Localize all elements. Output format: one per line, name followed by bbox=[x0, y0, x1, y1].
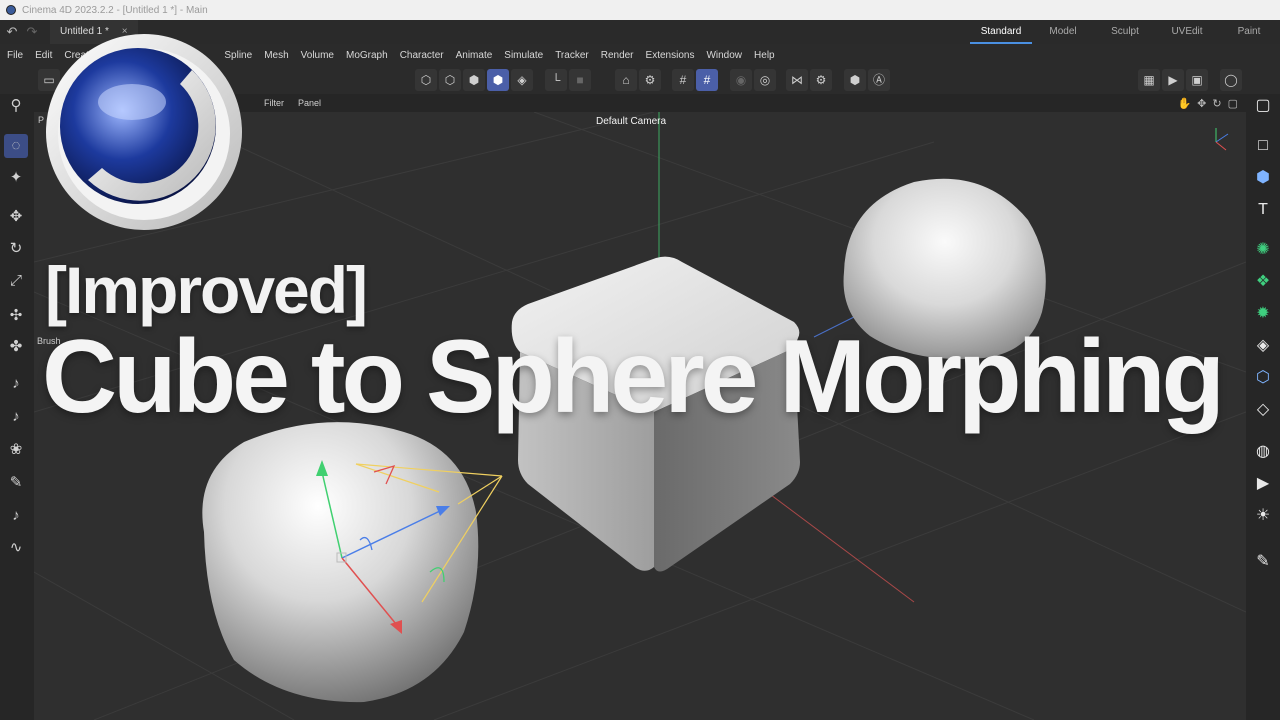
layout-standard[interactable]: Standard bbox=[970, 20, 1032, 44]
environment-icon[interactable]: ◍ bbox=[1251, 440, 1275, 464]
symmetry-icon[interactable]: ⋈ bbox=[786, 69, 808, 91]
spline-tool-icon[interactable]: ∿ bbox=[4, 536, 28, 560]
right-object-palette: ▢ □ ⬢ T ✺ ❖ ✹ ◈ ⬡ ◇ ◍ ▶ ☀ ✎ bbox=[1246, 94, 1280, 720]
asset-browser-icon[interactable]: ⬢ bbox=[844, 69, 866, 91]
axis-icon[interactable]: └ bbox=[545, 69, 567, 91]
move-tool-icon[interactable]: ✥ bbox=[4, 205, 28, 229]
search-icon[interactable]: ⚲ bbox=[4, 94, 28, 118]
menu-tracker[interactable]: Tracker bbox=[555, 50, 589, 61]
solo-icon[interactable]: ■ bbox=[569, 69, 591, 91]
menu-render[interactable]: Render bbox=[601, 50, 634, 61]
point-mode-icon[interactable]: ⬡ bbox=[439, 69, 461, 91]
grid-icon[interactable]: # bbox=[672, 69, 694, 91]
generator-icon[interactable]: ✺ bbox=[1251, 238, 1275, 262]
magnet-icon[interactable]: ♪ bbox=[4, 504, 28, 528]
field-icon[interactable]: ⬡ bbox=[1251, 366, 1275, 390]
overlay-title: Cube to Sphere Morphing bbox=[42, 319, 1225, 435]
commander-icon[interactable]: ◯ bbox=[1220, 69, 1242, 91]
rotate-tool-icon[interactable]: ↻ bbox=[4, 237, 28, 261]
settings-icon[interactable]: ⚙ bbox=[810, 69, 832, 91]
viewport-nav: ✋ ✥ ↻ ▢ bbox=[1177, 97, 1238, 110]
window-title: Cinema 4D 2023.2.2 - [Untitled 1 *] - Ma… bbox=[22, 4, 208, 16]
menu-simulate[interactable]: Simulate bbox=[504, 50, 543, 61]
uv-mode-icon[interactable]: ◈ bbox=[511, 69, 533, 91]
model-mode-icon[interactable]: ⬡ bbox=[415, 69, 437, 91]
cube-primitive-icon[interactable]: ⬢ bbox=[1251, 166, 1275, 190]
workplane-group: ◉ ◎ bbox=[730, 69, 776, 91]
deformer-icon[interactable]: ◈ bbox=[1251, 334, 1275, 358]
app-window: Cinema 4D 2023.2.2 - [Untitled 1 *] - Ma… bbox=[0, 0, 1280, 720]
select-tool-icon[interactable]: ◌ bbox=[4, 134, 28, 158]
snap-group: # # bbox=[672, 69, 718, 91]
edit-icon[interactable]: ✎ bbox=[1251, 550, 1275, 574]
brush-tool-icon[interactable]: ✎ bbox=[4, 471, 28, 495]
search-group: ◯ bbox=[1220, 69, 1242, 91]
null-object-icon[interactable]: ▢ bbox=[1251, 94, 1275, 118]
menu-animate[interactable]: Animate bbox=[456, 50, 493, 61]
menu-extensions[interactable]: Extensions bbox=[646, 50, 695, 61]
cinema4d-logo bbox=[42, 30, 246, 234]
menu-help[interactable]: Help bbox=[754, 50, 775, 61]
menu-window[interactable]: Window bbox=[706, 50, 742, 61]
light-icon[interactable]: ☀ bbox=[1251, 504, 1275, 528]
selection-mode-group: ⬡ ⬡ ⬢ ⬢ ◈ bbox=[415, 69, 533, 91]
lock-group: ⌂ ⚙ bbox=[615, 69, 661, 91]
transform-tool-icon[interactable]: ✣ bbox=[4, 304, 28, 328]
text-object-icon[interactable]: T bbox=[1251, 198, 1275, 222]
menu-mograph[interactable]: MoGraph bbox=[346, 50, 388, 61]
overlay-subtitle: [Improved] bbox=[45, 253, 368, 327]
clapper-icon[interactable]: ▦ bbox=[1138, 69, 1160, 91]
a-icon[interactable]: Ⓐ bbox=[868, 69, 890, 91]
render-active-icon[interactable]: ▶ bbox=[1162, 69, 1184, 91]
menu-character[interactable]: Character bbox=[400, 50, 444, 61]
tweak-icon[interactable]: ⚙ bbox=[639, 69, 661, 91]
live-selection-icon[interactable]: ✦ bbox=[4, 166, 28, 190]
spline-rect-icon[interactable]: □ bbox=[1251, 134, 1275, 158]
polygon-pen-icon[interactable]: ✤ bbox=[4, 335, 28, 359]
snap-icon[interactable]: # bbox=[696, 69, 718, 91]
camera-icon[interactable]: ▶ bbox=[1251, 472, 1275, 496]
effector-icon[interactable]: ✹ bbox=[1251, 302, 1275, 326]
scale-tool-icon[interactable]: ⤢ bbox=[4, 269, 28, 293]
tag-icon[interactable]: ◇ bbox=[1251, 398, 1275, 422]
layout-switcher: Standard Model Sculpt UVEdit Paint bbox=[970, 20, 1280, 44]
menu-volume[interactable]: Volume bbox=[301, 50, 334, 61]
render-group: ▦ ▶ ▣ bbox=[1138, 69, 1208, 91]
redo-icon[interactable]: ↷ bbox=[24, 24, 40, 40]
sculpt-brush-icon[interactable]: ♪ bbox=[4, 372, 28, 396]
lock-icon[interactable]: ⌂ bbox=[615, 69, 637, 91]
viewport-camera-label[interactable]: Default Camera bbox=[596, 116, 666, 127]
pan-icon[interactable]: ✋ bbox=[1177, 97, 1191, 110]
orbit-icon[interactable]: ↻ bbox=[1212, 97, 1221, 110]
viewport-menu-panel[interactable]: Panel bbox=[298, 98, 321, 108]
viewport-menu: Filter Panel bbox=[264, 98, 321, 108]
asset-group: ⬢ Ⓐ bbox=[844, 69, 890, 91]
menu-file[interactable]: File bbox=[7, 50, 23, 61]
layout-uvedit[interactable]: UVEdit bbox=[1156, 20, 1218, 44]
undo-icon[interactable]: ↶ bbox=[4, 24, 20, 40]
symmetry-group: ⋈ ⚙ bbox=[786, 69, 832, 91]
cloner-icon[interactable]: ❖ bbox=[1251, 270, 1275, 294]
layout-model[interactable]: Model bbox=[1032, 20, 1094, 44]
view-axis-indicator bbox=[1215, 128, 1229, 151]
polygon-mode-icon[interactable]: ⬢ bbox=[487, 69, 509, 91]
maximize-icon[interactable]: ▢ bbox=[1228, 97, 1238, 110]
menu-mesh[interactable]: Mesh bbox=[264, 50, 288, 61]
dolly-icon[interactable]: ✥ bbox=[1197, 97, 1206, 110]
left-tool-strip: ⚲ ◌ ✦ ✥ ↻ ⤢ ✣ ✤ ♪ ♪ ❀ ✎ ♪ ∿ bbox=[0, 94, 34, 720]
weight-paint-icon[interactable]: ❀ bbox=[4, 438, 28, 462]
viewport-menu-filter[interactable]: Filter bbox=[264, 98, 284, 108]
axis-group: └ ■ bbox=[545, 69, 591, 91]
workplane-icon[interactable]: ◉ bbox=[730, 69, 752, 91]
paint-icon[interactable]: ♪ bbox=[4, 405, 28, 429]
os-title-bar: Cinema 4D 2023.2.2 - [Untitled 1 *] - Ma… bbox=[0, 0, 1280, 20]
cinema4d-app-icon bbox=[6, 5, 16, 15]
layout-paint[interactable]: Paint bbox=[1218, 20, 1280, 44]
target-icon[interactable]: ◎ bbox=[754, 69, 776, 91]
edge-mode-icon[interactable]: ⬢ bbox=[463, 69, 485, 91]
render-settings-icon[interactable]: ▣ bbox=[1186, 69, 1208, 91]
layout-sculpt[interactable]: Sculpt bbox=[1094, 20, 1156, 44]
